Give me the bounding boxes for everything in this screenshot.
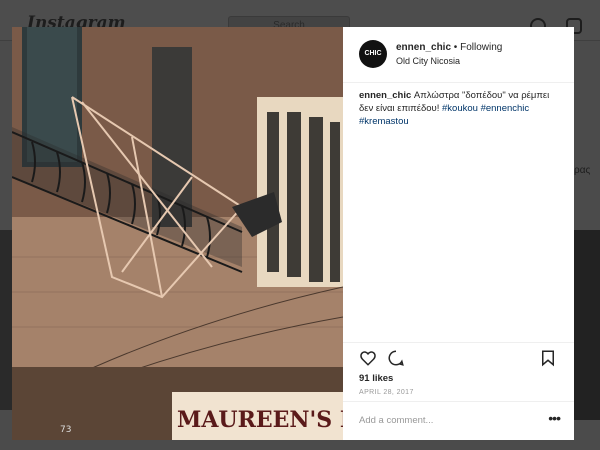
post-date[interactable]: APRIL 28, 2017 bbox=[359, 389, 414, 396]
post-photo[interactable]: 73 MAUREEN'S NAIL bbox=[12, 27, 343, 440]
background-tile bbox=[574, 230, 600, 420]
comment-bar: Add a comment... ••• bbox=[343, 401, 574, 441]
comment-input[interactable]: Add a comment... bbox=[359, 415, 433, 426]
photo-illustration: 73 MAUREEN'S NAIL bbox=[12, 27, 343, 440]
background-text: ρας bbox=[574, 165, 591, 176]
heart-icon[interactable] bbox=[359, 349, 377, 367]
bookmark-icon[interactable] bbox=[539, 349, 557, 367]
background-tile bbox=[0, 230, 12, 410]
caption-username[interactable]: ennen_chic bbox=[359, 90, 411, 101]
post-modal: 73 MAUREEN'S NAIL CHIC ennen_chic • Foll… bbox=[12, 27, 574, 440]
avatar[interactable]: CHIC bbox=[359, 40, 387, 68]
location-link[interactable]: Old City Nicosia bbox=[396, 56, 460, 66]
username-link[interactable]: ennen_chic bbox=[396, 42, 451, 53]
post-header: CHIC ennen_chic • Following Old City Nic… bbox=[343, 27, 574, 83]
separator: • bbox=[451, 42, 461, 53]
comment-icon[interactable] bbox=[387, 349, 405, 367]
hashtag-link[interactable]: #koukou bbox=[442, 103, 478, 114]
likes-count[interactable]: 91 likes bbox=[359, 373, 393, 384]
hashtag-link[interactable]: #ennenchic bbox=[481, 103, 530, 114]
action-bar bbox=[343, 342, 574, 367]
post-user-line: ennen_chic • Following bbox=[396, 42, 502, 53]
shop-sign: MAUREEN'S NAIL bbox=[177, 407, 343, 433]
post-sidebar: CHIC ennen_chic • Following Old City Nic… bbox=[343, 27, 574, 440]
more-options-button[interactable]: ••• bbox=[548, 410, 561, 426]
house-number: 73 bbox=[60, 425, 71, 435]
caption: ennen_chic Απλώστρα "δοπέδου" να ρέμπει … bbox=[359, 89, 559, 128]
hashtag-link[interactable]: #kremastou bbox=[359, 116, 409, 127]
follow-status[interactable]: Following bbox=[460, 42, 502, 53]
